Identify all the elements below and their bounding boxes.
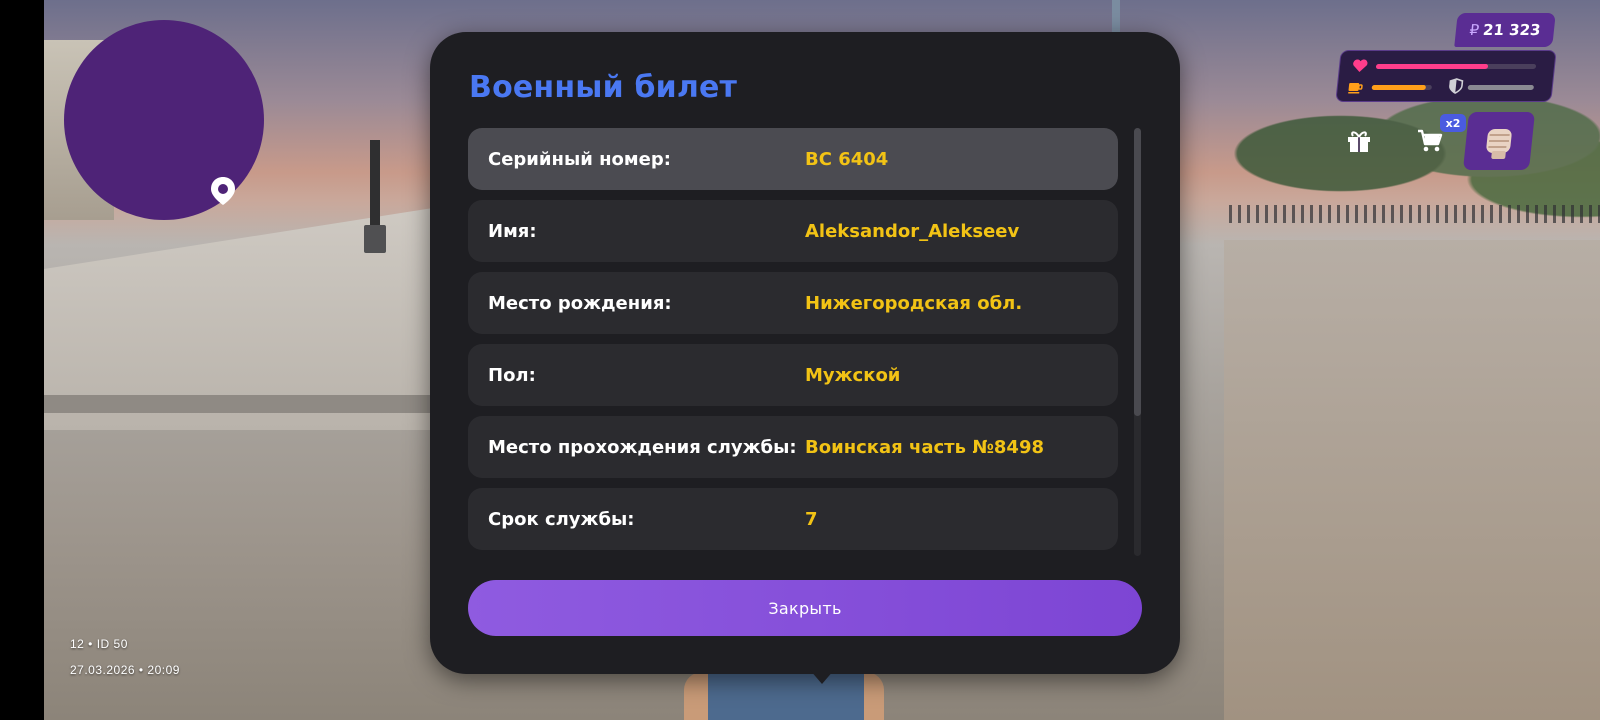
- curb: [44, 395, 484, 413]
- row-label: Серийный номер:: [488, 148, 671, 170]
- money-badge: ₽ 21 323: [1454, 13, 1556, 47]
- map-pin-icon[interactable]: [210, 176, 236, 206]
- info-row-service-place: Место прохождения службы: Воинская часть…: [468, 416, 1118, 478]
- scrollbar[interactable]: [1134, 128, 1141, 556]
- shield-icon: [1447, 78, 1464, 94]
- row-label: Пол:: [488, 364, 536, 386]
- close-button[interactable]: Закрыть: [468, 580, 1142, 636]
- food-cup-icon: [1347, 80, 1364, 94]
- info-row-gender: Пол: Мужской: [468, 344, 1118, 406]
- road: [1224, 240, 1600, 720]
- gift-icon[interactable]: [1346, 128, 1372, 154]
- fence: [1229, 205, 1600, 223]
- row-label: Имя:: [488, 220, 537, 242]
- scrollbar-thumb[interactable]: [1134, 128, 1141, 416]
- player-character: [684, 672, 884, 720]
- shop-multiplier-badge: x2: [1440, 114, 1466, 132]
- stats-panel: [1335, 50, 1557, 102]
- info-row-birthplace: Место рождения: Нижегородская обл.: [468, 272, 1118, 334]
- server-info: 12 • ID 50: [70, 637, 128, 651]
- row-value: 7: [805, 508, 818, 530]
- row-value: Мужской: [805, 364, 901, 386]
- health-bar: [1375, 64, 1537, 69]
- info-row-serial: Серийный номер: ВС 6404: [468, 128, 1118, 190]
- row-label: Срок службы:: [488, 508, 635, 530]
- row-value: Aleksandor_Alekseev: [805, 220, 1020, 242]
- row-value: ВС 6404: [805, 148, 889, 170]
- money-amount: 21 323: [1482, 21, 1542, 39]
- ruble-icon: ₽: [1468, 21, 1481, 39]
- fist-icon: [1486, 129, 1512, 159]
- dialog-title: Военный билет: [469, 70, 738, 105]
- datetime-info: 27.03.2026 • 20:09: [70, 663, 180, 677]
- row-value: Нижегородская обл.: [805, 292, 1023, 314]
- hunger-bar: [1371, 85, 1433, 90]
- row-label: Место прохождения службы:: [488, 436, 797, 458]
- weapon-slot[interactable]: [1462, 112, 1536, 170]
- military-id-dialog: Военный билет Серийный номер: ВС 6404 Им…: [430, 32, 1180, 674]
- row-value: Воинская часть №8498: [805, 436, 1045, 458]
- info-row-service-term: Срок службы: 7: [468, 488, 1118, 550]
- street-lamp-base: [364, 225, 386, 253]
- row-label: Место рождения:: [488, 292, 672, 314]
- info-row-name: Имя: Aleksandor_Alekseev: [468, 200, 1118, 262]
- cart-icon[interactable]: [1416, 128, 1444, 154]
- armor-bar: [1467, 85, 1535, 90]
- info-list[interactable]: Серийный номер: ВС 6404 Имя: Aleksandor_…: [468, 128, 1118, 560]
- heart-icon: [1351, 59, 1368, 73]
